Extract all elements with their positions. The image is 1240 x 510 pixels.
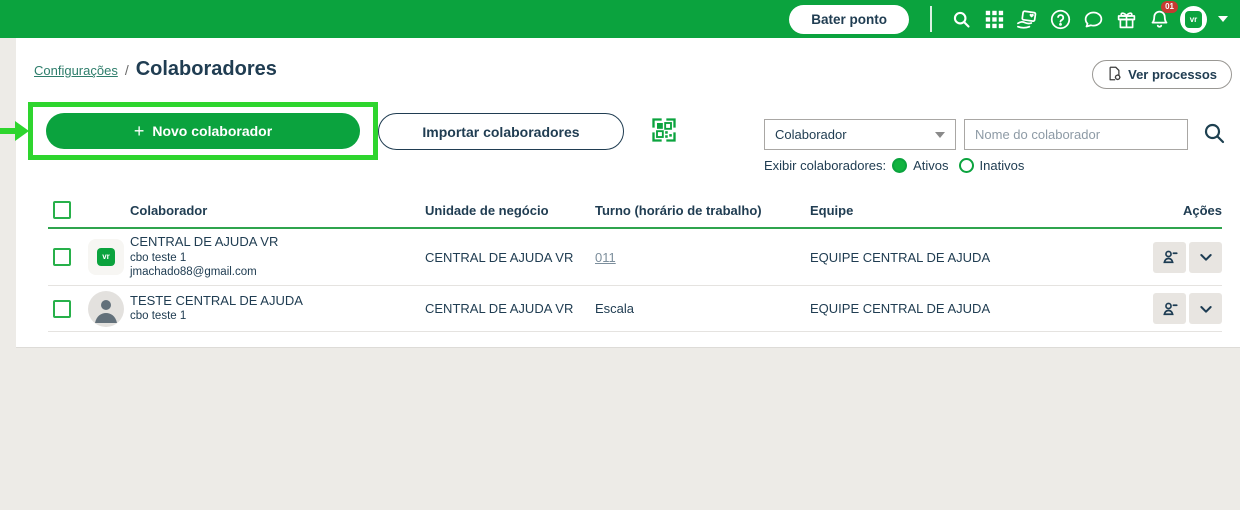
radio-inativos-label[interactable]: Inativos xyxy=(980,158,1025,173)
help-icon[interactable] xyxy=(1048,7,1072,31)
collaborator-role: cbo teste 1 xyxy=(130,251,187,264)
team: EQUIPE CENTRAL DE AJUDA xyxy=(810,249,991,265)
topbar-divider xyxy=(930,6,932,32)
search-icon[interactable] xyxy=(949,7,973,31)
select-all-checkbox[interactable] xyxy=(53,201,71,219)
vr-logo: vr xyxy=(1185,10,1202,28)
row-expand-chevron-button[interactable] xyxy=(1189,293,1222,324)
radio-inativos[interactable] xyxy=(958,158,974,173)
breadcrumb-separator: / xyxy=(124,62,129,78)
avatar: vr xyxy=(88,238,124,275)
shift-text: Escala xyxy=(595,301,635,316)
importar-colaboradores-button[interactable]: Importar colaboradores xyxy=(378,113,624,150)
show-collaborators-filter: Exibir colaboradores: Ativos Inativos xyxy=(764,158,1028,173)
row-expand-chevron-button[interactable] xyxy=(1189,241,1222,273)
notifications-bell-icon[interactable]: 01 xyxy=(1147,1,1178,31)
processes-icon xyxy=(1107,66,1122,84)
row-checkbox[interactable] xyxy=(53,248,71,266)
filter-type-value: Colaborador xyxy=(775,127,847,142)
apps-grid-icon[interactable] xyxy=(982,7,1006,31)
table-row: vr CENTRAL DE AJUDA VR cbo teste 1 jmach… xyxy=(48,229,1222,286)
header-equipe: Equipe xyxy=(810,202,854,218)
collaborators-table: Colaborador Unidade de negócio Turno (ho… xyxy=(48,193,1222,332)
header-colaborador: Colaborador xyxy=(130,202,208,218)
remove-collaborator-button[interactable] xyxy=(1153,293,1186,324)
annotation-arrow xyxy=(0,121,30,141)
collaborator-name: CENTRAL DE AJUDA VR xyxy=(130,233,279,249)
table-row: TESTE CENTRAL DE AJUDA cbo teste 1 CENTR… xyxy=(48,286,1222,332)
collaborator-role: cbo teste 1 xyxy=(130,310,187,323)
remove-collaborator-button[interactable] xyxy=(1153,241,1186,273)
benefits-icon[interactable] xyxy=(1015,7,1039,31)
page-title: Colaboradores xyxy=(135,58,277,80)
radio-ativos[interactable] xyxy=(892,158,908,173)
account-menu-caret-icon[interactable] xyxy=(1218,16,1228,22)
gift-icon[interactable] xyxy=(1114,7,1138,31)
main-content-panel: Configurações / Colaboradores Ver proces… xyxy=(0,38,1240,348)
ver-processos-button[interactable]: Ver processos xyxy=(1092,60,1232,89)
show-collaborators-label: Exibir colaboradores: xyxy=(764,158,887,173)
filter-type-select[interactable]: Colaborador xyxy=(764,119,956,150)
row-checkbox[interactable] xyxy=(53,299,71,318)
notification-count-badge: 01 xyxy=(1161,1,1178,13)
business-unit: CENTRAL DE AJUDA VR xyxy=(425,249,574,265)
chevron-down-icon xyxy=(935,131,945,138)
header-turno: Turno (horário de trabalho) xyxy=(595,202,762,218)
vr-logo: vr xyxy=(97,247,115,266)
collaborator-email: jmachado88@gmail.com xyxy=(130,266,257,279)
collaborator-name: TESTE CENTRAL DE AJUDA xyxy=(130,292,303,308)
header-acoes: Ações xyxy=(1182,202,1222,218)
shift-link[interactable]: 011 xyxy=(595,250,616,265)
team: EQUIPE CENTRAL DE AJUDA xyxy=(810,301,991,316)
breadcrumb-configuracoes-link[interactable]: Configurações xyxy=(34,63,118,78)
user-avatar[interactable]: vr xyxy=(1180,5,1207,33)
header-unidade: Unidade de negócio xyxy=(425,202,549,218)
breadcrumb: Configurações / Colaboradores xyxy=(34,58,277,81)
table-header-row: Colaborador Unidade de negócio Turno (ho… xyxy=(48,193,1222,229)
business-unit: CENTRAL DE AJUDA VR xyxy=(425,301,574,316)
radio-ativos-label[interactable]: Ativos xyxy=(913,158,948,173)
novo-colaborador-button[interactable]: + Novo colaborador xyxy=(46,113,360,149)
search-submit-button[interactable] xyxy=(1202,121,1226,148)
person-avatar-icon xyxy=(88,290,124,327)
collaborator-search-input[interactable] xyxy=(964,119,1188,150)
plus-icon: + xyxy=(133,121,145,141)
annotation-highlight-box: + Novo colaborador xyxy=(28,102,378,160)
qr-code-icon[interactable] xyxy=(650,116,678,149)
chat-icon[interactable] xyxy=(1081,7,1105,31)
bater-ponto-button[interactable]: Bater ponto xyxy=(789,4,909,34)
top-navigation-bar: Bater ponto 01 vr xyxy=(0,0,1240,38)
